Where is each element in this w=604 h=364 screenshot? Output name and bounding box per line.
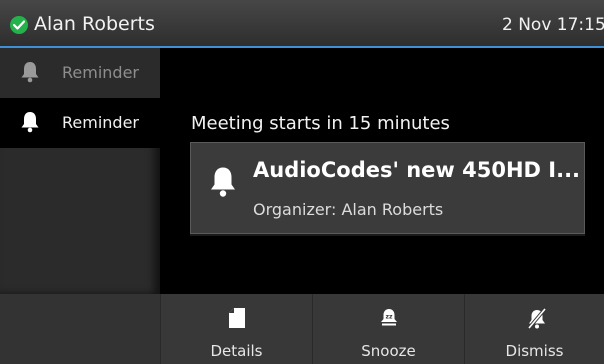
snooze-button[interactable]: zz Snooze	[312, 294, 464, 364]
meeting-card[interactable]: AudioCodes' new 450HD I... Organizer: Al…	[190, 142, 585, 234]
reminder-list: Reminder Reminder	[0, 48, 160, 294]
svg-text:zz: zz	[386, 314, 393, 321]
dismiss-button[interactable]: Dismiss	[464, 294, 604, 364]
snooze-label: Snooze	[361, 342, 416, 360]
snooze-bell-icon: zz	[379, 308, 399, 332]
details-button[interactable]: Details	[160, 294, 312, 364]
meeting-title: AudioCodes' new 450HD I...	[253, 158, 581, 182]
softkey-empty	[0, 294, 160, 364]
details-label: Details	[210, 342, 263, 360]
softkey-bar: Details zz Snooze Dismiss	[0, 294, 604, 364]
presence-status-icon	[10, 16, 28, 34]
meeting-organizer: Organizer: Alan Roberts	[253, 200, 444, 219]
sidebar-item-reminder-1[interactable]: Reminder	[0, 48, 160, 99]
bell-icon	[209, 166, 237, 202]
user-name: Alan Roberts	[34, 13, 155, 35]
bell-icon	[20, 111, 40, 137]
sidebar-item-label: Reminder	[62, 63, 139, 82]
sidebar-item-reminder-2[interactable]: Reminder	[0, 98, 160, 148]
dismiss-label: Dismiss	[505, 342, 564, 360]
date-time: 2 Nov 17:15	[502, 15, 604, 35]
status-bar: Alan Roberts 2 Nov 17:15	[0, 0, 604, 48]
sidebar-item-label: Reminder	[62, 113, 139, 132]
bell-icon	[20, 61, 40, 87]
bell-off-icon	[527, 307, 547, 334]
document-icon	[229, 308, 245, 332]
reminder-headline: Meeting starts in 15 minutes	[191, 113, 450, 134]
